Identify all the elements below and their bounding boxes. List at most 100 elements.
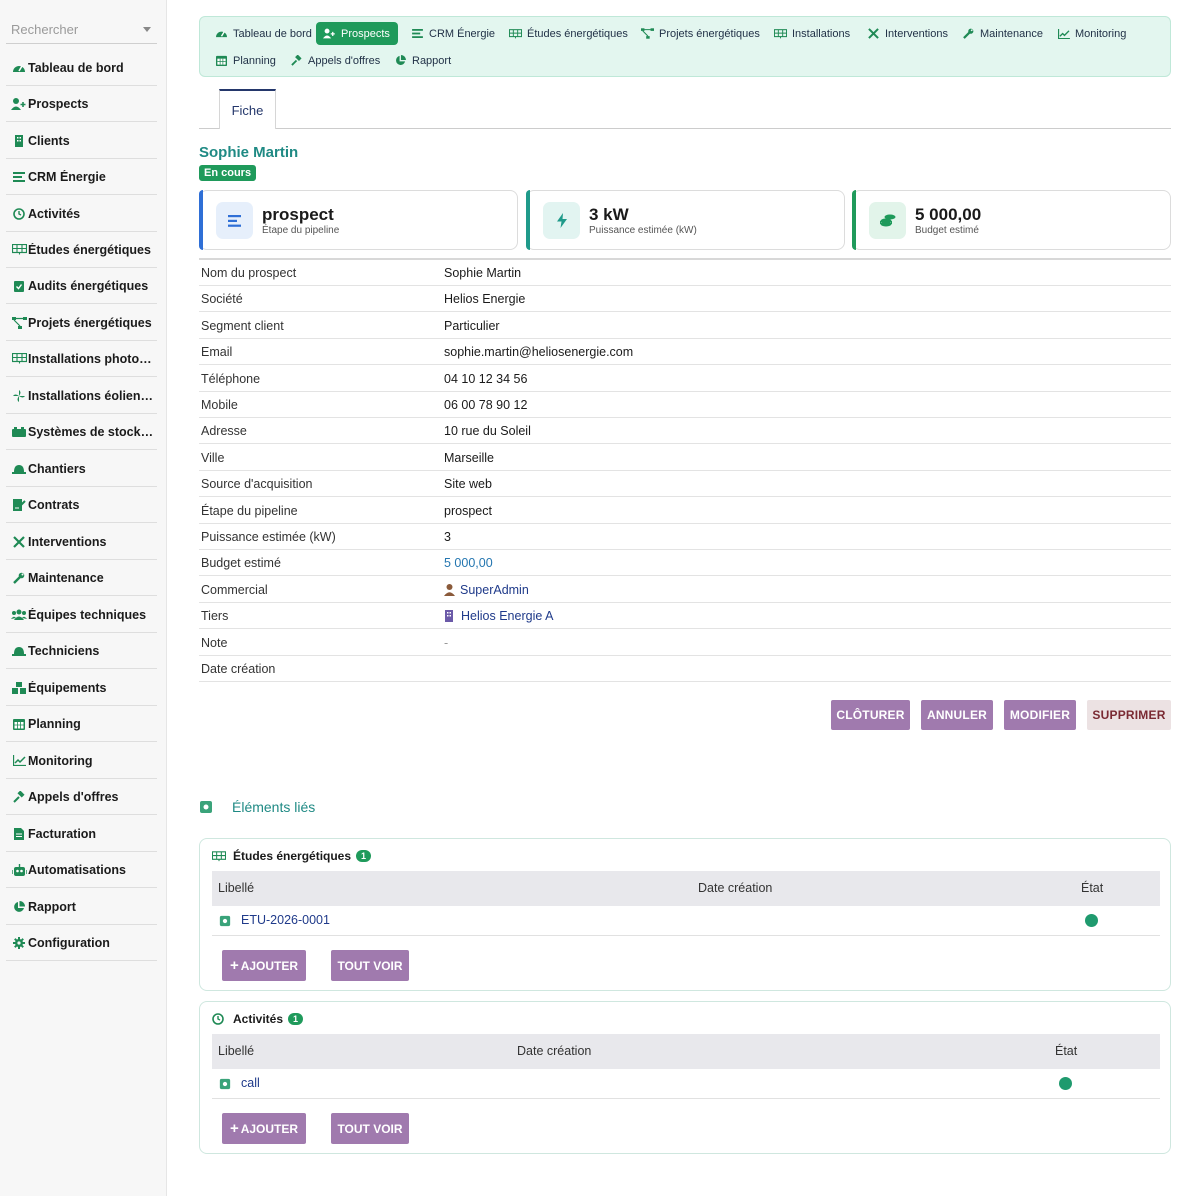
tiers-link[interactable]: Helios Energie A xyxy=(444,609,553,623)
kpi-value: 3 kW xyxy=(589,205,629,224)
tab-fiche[interactable]: Fiche xyxy=(219,89,276,129)
topnav-item-interventions[interactable]: Interventions xyxy=(860,22,955,45)
topnav-item-etudes-energetiques[interactable]: Études énergétiques xyxy=(502,22,635,45)
related-panel-etudes-energetiques: Études énergétiques 1 Libellé Date créat… xyxy=(199,838,1171,991)
coins-icon xyxy=(869,202,906,239)
add-label: AJOUTER xyxy=(240,958,299,973)
field-row-note: Note - xyxy=(199,630,1171,656)
topnav-item-tableau-de-bord[interactable]: Tableau de bord xyxy=(208,22,319,45)
field-value: sophie.martin@heliosenergie.com xyxy=(444,345,634,359)
sidebar-item-facturation[interactable]: Facturation xyxy=(6,816,157,852)
plus-icon: + xyxy=(229,957,239,974)
gavel-icon xyxy=(11,790,27,804)
kpi-card-estimated-power: 3 kW Puissance estimée (kW) xyxy=(526,190,845,250)
field-label: Commercial xyxy=(201,583,268,597)
topnav-item-installations[interactable]: Installations xyxy=(767,22,857,45)
kpi-value: 5 000,00 xyxy=(915,205,982,224)
pie-chart-icon xyxy=(11,900,27,914)
column-header-date-creation[interactable]: Date création xyxy=(517,1044,591,1058)
user-icon xyxy=(444,584,455,596)
sidebar-item-projets-energetiques[interactable]: Projets énergétiques xyxy=(6,305,157,341)
sidebar-item-contrats[interactable]: Contrats xyxy=(6,487,157,523)
view-all-etudes-button[interactable]: TOUT VOIR xyxy=(331,950,409,981)
sidebar-item-prospects[interactable]: Prospects xyxy=(6,86,157,122)
topnav-item-appels-d-offres[interactable]: Appels d'offres xyxy=(283,49,387,72)
field-value: 04 10 12 34 56 xyxy=(444,372,528,386)
field-value: 3 xyxy=(444,530,451,544)
edit-button[interactable]: MODIFIER xyxy=(1004,700,1076,730)
field-row-date-creation: Date création xyxy=(199,656,1171,682)
sidebar-item-planning[interactable]: Planning xyxy=(6,706,157,742)
column-header-etat[interactable]: État xyxy=(1055,1044,1077,1058)
user-plus-icon xyxy=(323,28,336,39)
search-select[interactable]: Rechercher xyxy=(6,14,157,44)
topnav-item-prospects[interactable]: Prospects xyxy=(316,22,398,45)
view-all-activites-button[interactable]: TOUT VOIR xyxy=(331,1113,409,1144)
wrench-icon xyxy=(11,571,27,585)
sidebar-item-crm-energie[interactable]: CRM Énergie xyxy=(6,159,157,195)
delete-button[interactable]: SUPPRIMER xyxy=(1087,700,1171,730)
field-value: prospect xyxy=(444,504,492,518)
project-diagram-icon xyxy=(11,316,27,330)
sidebar-item-installations-photovoltaiques[interactable]: Installations photovoltaïques xyxy=(6,341,157,377)
add-activite-button[interactable]: + AJOUTER xyxy=(222,1113,306,1144)
sidebar-item-techniciens[interactable]: Techniciens xyxy=(6,633,157,669)
field-label: Étape du pipeline xyxy=(201,504,298,518)
field-label: Source d'acquisition xyxy=(201,477,313,491)
cancel-button[interactable]: ANNULER xyxy=(921,700,993,730)
topnav-item-label: Projets énergétiques xyxy=(659,27,760,40)
sidebar-item-equipes-techniques[interactable]: Équipes techniques xyxy=(6,597,157,633)
panel-header: Études énergétiques 1 xyxy=(212,849,372,863)
sidebar-item-clients[interactable]: Clients xyxy=(6,123,157,159)
sidebar-item-rapport[interactable]: Rapport xyxy=(6,889,157,925)
status-badge: En cours xyxy=(199,165,257,181)
topnav-item-label: CRM Énergie xyxy=(429,27,496,40)
column-header-date-creation[interactable]: Date création xyxy=(698,881,772,895)
field-value: Particulier xyxy=(444,319,500,333)
topnav-item-planning[interactable]: Planning xyxy=(208,49,283,72)
topnav-item-crm-energie[interactable]: CRM Énergie xyxy=(404,22,502,45)
column-header-libelle[interactable]: Libellé xyxy=(218,1044,254,1058)
sidebar-item-audits-energetiques[interactable]: Audits énergétiques xyxy=(6,268,157,304)
sidebar-item-activites[interactable]: Activités xyxy=(6,196,157,232)
topnav-item-rapport[interactable]: Rapport xyxy=(387,49,458,72)
sidebar-item-tableau-de-bord[interactable]: Tableau de bord xyxy=(6,50,157,86)
topnav-item-projets-energetiques[interactable]: Projets énergétiques xyxy=(634,22,767,45)
sidebar-item-label: Équipes techniques xyxy=(28,607,147,622)
sidebar-item-maintenance[interactable]: Maintenance xyxy=(6,560,157,596)
topnav-item-label: Maintenance xyxy=(980,27,1043,40)
table-row[interactable]: ETU-2026-0001 xyxy=(212,906,1160,936)
chevron-down-icon[interactable] xyxy=(143,27,151,32)
sidebar-item-automatisations[interactable]: Automatisations xyxy=(6,852,157,888)
column-header-libelle[interactable]: Libellé xyxy=(218,881,254,895)
sidebar-item-chantiers[interactable]: Chantiers xyxy=(6,451,157,487)
sidebar-item-interventions[interactable]: Interventions xyxy=(6,524,157,560)
sidebar-item-systemes-de-stockage[interactable]: Systèmes de stockage xyxy=(6,414,157,450)
sidebar-item-installations-eoliennes[interactable]: Installations éoliennes xyxy=(6,378,157,414)
topnav-item-monitoring[interactable]: Monitoring xyxy=(1050,22,1133,45)
column-header-etat[interactable]: État xyxy=(1081,881,1103,895)
row-link[interactable]: call xyxy=(241,1076,260,1090)
field-row-etape-pipeline: Étape du pipeline prospect xyxy=(199,498,1171,524)
field-label: Budget estimé xyxy=(201,556,281,570)
row-link[interactable]: ETU-2026-0001 xyxy=(241,913,330,927)
field-label: Tiers xyxy=(201,609,229,623)
sidebar-item-configuration[interactable]: Configuration xyxy=(6,925,157,961)
topnav-item-label: Installations xyxy=(792,27,851,40)
field-value: Marseille xyxy=(444,451,495,465)
panel-header: Activités 1 xyxy=(212,1012,304,1026)
commercial-link[interactable]: SuperAdmin xyxy=(444,583,529,597)
add-etude-button[interactable]: + AJOUTER xyxy=(222,950,306,981)
close-button[interactable]: CLÔTURER xyxy=(831,700,910,730)
robot-icon xyxy=(11,863,27,877)
sidebar-item-monitoring[interactable]: Monitoring xyxy=(6,743,157,779)
topnav-item-label: Interventions xyxy=(885,27,948,40)
field-value: Helios Energie xyxy=(444,292,526,306)
table-row[interactable]: call xyxy=(212,1069,1160,1099)
field-label: Nom du prospect xyxy=(201,266,297,280)
sidebar-item-appels-d-offres[interactable]: Appels d'offres xyxy=(6,779,157,815)
sidebar-item-etudes-energetiques[interactable]: Études énergétiques xyxy=(6,232,157,268)
sidebar-item-equipements[interactable]: Équipements xyxy=(6,670,157,706)
topnav-item-label: Rapport xyxy=(412,54,452,67)
topnav-item-maintenance[interactable]: Maintenance xyxy=(955,22,1050,45)
